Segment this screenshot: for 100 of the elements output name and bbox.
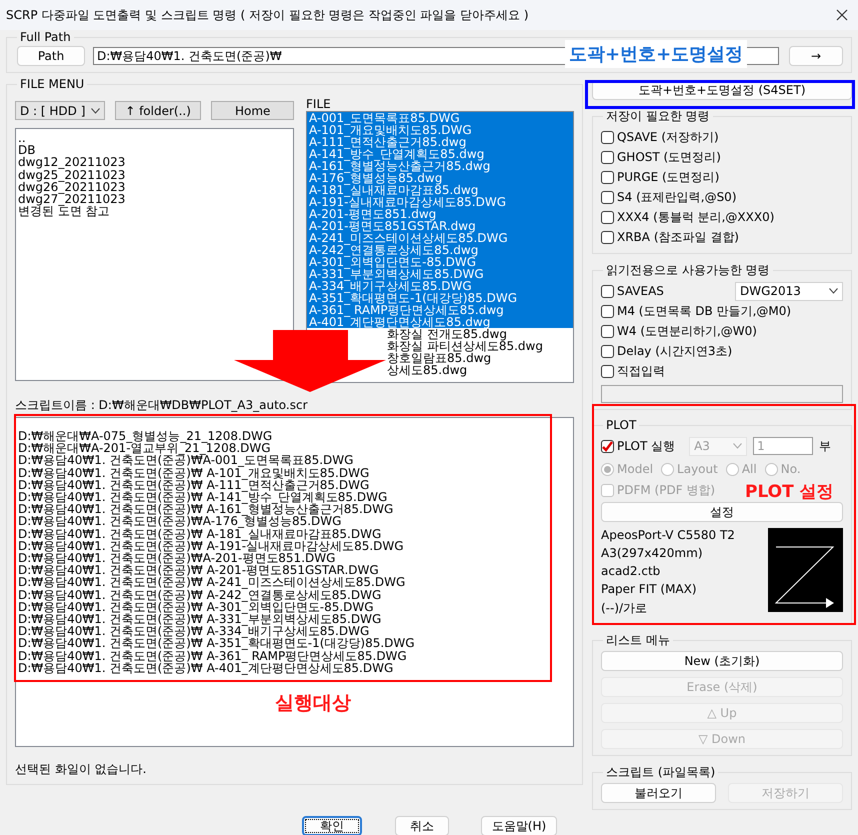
radio-label: No. bbox=[780, 462, 801, 476]
checkbox[interactable] bbox=[601, 190, 614, 204]
file-item[interactable]: A-001_도면목록표85.DWG bbox=[307, 112, 573, 124]
home-button[interactable]: Home bbox=[211, 101, 294, 120]
dialog-button[interactable]: 취소 bbox=[395, 816, 449, 835]
file-item[interactable]: A-361_ RAMP평단면상세도85.dwg bbox=[307, 304, 573, 316]
file-item[interactable]: A-334_배기구상세도85.DWG bbox=[307, 280, 573, 292]
radio-button[interactable] bbox=[661, 462, 674, 476]
group-label: 리스트 메뉴 bbox=[605, 632, 671, 649]
file-item[interactable]: A-181_실내재료마감표85.dwg bbox=[307, 184, 573, 196]
checkbox[interactable] bbox=[601, 344, 614, 358]
file-item[interactable]: 상세도85.dwg bbox=[387, 364, 468, 376]
checkbox[interactable] bbox=[601, 284, 614, 298]
file-item[interactable]: A-301_외벽입단면도-85.DWG bbox=[307, 256, 573, 268]
file-item[interactable]: A-351_확대평면도-1(대강당)85.DWG bbox=[307, 292, 573, 304]
file-item[interactable]: A-191-실내재료마감상세도85.DWG bbox=[307, 196, 573, 208]
file-item[interactable]: A-176_형별성능85.dwg bbox=[307, 172, 573, 184]
script-line: D:₩용담40₩1. 건축도면(준공)₩ A-201-평면도851GSTAR.DWG bbox=[17, 564, 379, 576]
checkbox[interactable] bbox=[601, 170, 614, 184]
plot-info: ApeosPort-V C5580 T2 bbox=[601, 528, 735, 542]
script-button[interactable]: 불러오기 bbox=[601, 783, 716, 803]
script-line: D:₩용담40₩1. 건축도면(준공)₩A-201-평면도851.DWG bbox=[17, 552, 336, 564]
radio-button[interactable] bbox=[764, 462, 778, 476]
plot-info: (--)/가로 bbox=[601, 600, 648, 617]
script-line: D:₩용담40₩1. 건축도면(준공)₩ A-351_확대평면도-1(대강당)85.DWG bbox=[17, 637, 416, 650]
folder-item[interactable]: .. bbox=[16, 132, 293, 144]
group-label: 저장이 필요한 명령 bbox=[605, 108, 711, 125]
script-line: D:₩용담40₩1. 건축도면(준공)₩ A-141_방수_단열계획도85.DWG bbox=[17, 491, 388, 504]
script-line: D:₩용담40₩1. 건축도면(준공)₩ A-334_배기구상세도85.DWG bbox=[17, 625, 370, 638]
checkbox-label: QSAVE (저장하기) bbox=[617, 128, 719, 146]
script-line: D:₩해운대₩A-075_형별성능_21_1208.DWG bbox=[17, 430, 274, 442]
checkbox[interactable] bbox=[601, 210, 614, 224]
annotation-label: PLOT 설정 bbox=[745, 481, 834, 503]
dialog-button[interactable]: 확인 bbox=[302, 816, 362, 835]
folder-item[interactable]: dwg26_20211023 bbox=[16, 180, 293, 194]
folder-item[interactable]: dwg12_20211023 bbox=[16, 156, 293, 169]
drive-dropdown[interactable]: D : [ HDD ] bbox=[15, 101, 105, 120]
script-line: D:₩용담40₩1. 건축도면(준공)₩ A-111_면적산출근거85.DWG bbox=[17, 478, 370, 492]
file-item[interactable]: A-161_형별성능산출근거85.dwg bbox=[307, 160, 573, 172]
script-line: D:₩용담40₩1. 건축도면(준공)₩ A-331_부분외벽상세도85.DWG bbox=[17, 613, 382, 626]
folder-item[interactable]: 변경된 도면 참고 bbox=[16, 205, 293, 218]
radio-button[interactable] bbox=[726, 462, 739, 476]
checkbox-label: W4 (도면분리하기,@W0) bbox=[617, 322, 757, 340]
file-item[interactable]: A-101_개요및배치도85.DWG bbox=[307, 124, 573, 136]
command-input[interactable] bbox=[601, 385, 843, 403]
checkbox[interactable] bbox=[601, 324, 614, 338]
folder-item[interactable]: DB bbox=[16, 144, 293, 156]
radio-button[interactable] bbox=[601, 462, 614, 476]
checkbox[interactable] bbox=[601, 304, 614, 318]
checkbox[interactable] bbox=[601, 230, 614, 244]
file-item[interactable]: A-401_계단평단면상세도85.dwg bbox=[307, 316, 573, 328]
file-item[interactable]: A-201-평면도851.dwg bbox=[307, 208, 573, 220]
checkbox[interactable] bbox=[601, 440, 614, 452]
close-icon[interactable] bbox=[836, 9, 848, 21]
script-line: D:₩용담40₩1. 건축도면(준공)₩ A-181_실내재료마감표85.DWG bbox=[17, 528, 382, 540]
checkbox[interactable] bbox=[601, 364, 614, 378]
checkbox-label: XRBA (참조파일 결합) bbox=[617, 228, 739, 246]
script-line: D:₩용담40₩1. 건축도면(준공)₩A-001_도면목록표85.DWG bbox=[17, 454, 354, 467]
file-item[interactable]: 화장실 파티션상세도85.dwg bbox=[387, 340, 543, 352]
checkbox-label: S4 (표제란입력,@S0) bbox=[617, 188, 736, 206]
chevron-icon bbox=[90, 108, 100, 114]
dialog-button[interactable]: 도움말(H) bbox=[481, 816, 557, 835]
radio-label: Layout bbox=[677, 462, 718, 476]
script-line: D:₩용담40₩1. 건축도면(준공)₩ A-191-실내재료마감상세도85.DWG bbox=[17, 540, 405, 552]
radio-label: Model bbox=[617, 462, 654, 476]
script-line: D:₩해운대₩A-201-열교부위_21_1208.DWG bbox=[17, 442, 271, 454]
checkbox-label: XXX4 (통블럭 분리,@XXX0) bbox=[617, 208, 774, 226]
list-button[interactable]: New (초기화) bbox=[601, 651, 843, 671]
settings-button[interactable]: 설정 bbox=[601, 502, 843, 522]
file-item[interactable]: A-201-평면도851GSTAR.dwg bbox=[307, 220, 573, 232]
file-item[interactable]: 창호일람표85.dwg bbox=[387, 352, 492, 364]
file-item[interactable]: A-242_연결통로상세도85.dwg bbox=[307, 244, 573, 256]
list-label: FILE bbox=[306, 97, 332, 111]
chevron-icon bbox=[733, 443, 742, 449]
script-name: 스크립트이름 : D:₩해운대₩DB₩PLOT_A3_auto.scr bbox=[15, 397, 309, 414]
file-item[interactable]: 화장실 전개도85.dwg bbox=[387, 328, 507, 340]
folder-item[interactable]: dwg25_20211023 bbox=[16, 168, 293, 181]
checkbox[interactable] bbox=[601, 130, 614, 144]
script-line: D:₩용담40₩1. 건축도면(준공)₩A-176_형별성능85.DWG bbox=[17, 515, 342, 528]
path-button[interactable]: Path bbox=[17, 46, 85, 66]
go-button[interactable]: → bbox=[789, 46, 843, 66]
parent-folder-button[interactable]: ↑ folder(..) bbox=[114, 101, 202, 120]
checkbox-label: PURGE (도면정리) bbox=[617, 168, 720, 186]
format-dropdown[interactable]: DWG2013 bbox=[735, 282, 843, 300]
plot-info: acad2.ctb bbox=[601, 564, 662, 578]
plot-info: A3(297x420mm) bbox=[601, 546, 704, 560]
checkbox[interactable] bbox=[601, 150, 614, 164]
group-label: FILE MENU bbox=[19, 77, 86, 91]
script-line: D:₩용담40₩1. 건축도면(준공)₩ A-101_개요및배치도85.DWG bbox=[17, 466, 370, 479]
plot-info: Paper FIT (MAX) bbox=[601, 582, 698, 596]
file-item[interactable]: A-331_부분외벽상세도85.DWG bbox=[307, 268, 573, 280]
script-line: D:₩용담40₩1. 건축도면(준공)₩ A-241_미즈스테이션상세도85.DWG bbox=[17, 576, 406, 589]
file-item[interactable]: A-111_면적산출근거85.dwg bbox=[307, 136, 573, 148]
file-item[interactable]: A-141_방수_단열계획도85.dwg bbox=[307, 148, 573, 160]
checkbox-label: Delay (시간지연3초) bbox=[617, 342, 732, 360]
folder-item[interactable]: dwg27_20211023 bbox=[16, 193, 293, 206]
unit-label: 부 bbox=[819, 438, 832, 454]
status-text: 선택된 화일이 없습니다. bbox=[15, 761, 148, 778]
checkbox-label: 직접입력 bbox=[617, 362, 665, 380]
file-item[interactable]: A-241_미즈스테이션상세도85.DWG bbox=[307, 232, 573, 244]
